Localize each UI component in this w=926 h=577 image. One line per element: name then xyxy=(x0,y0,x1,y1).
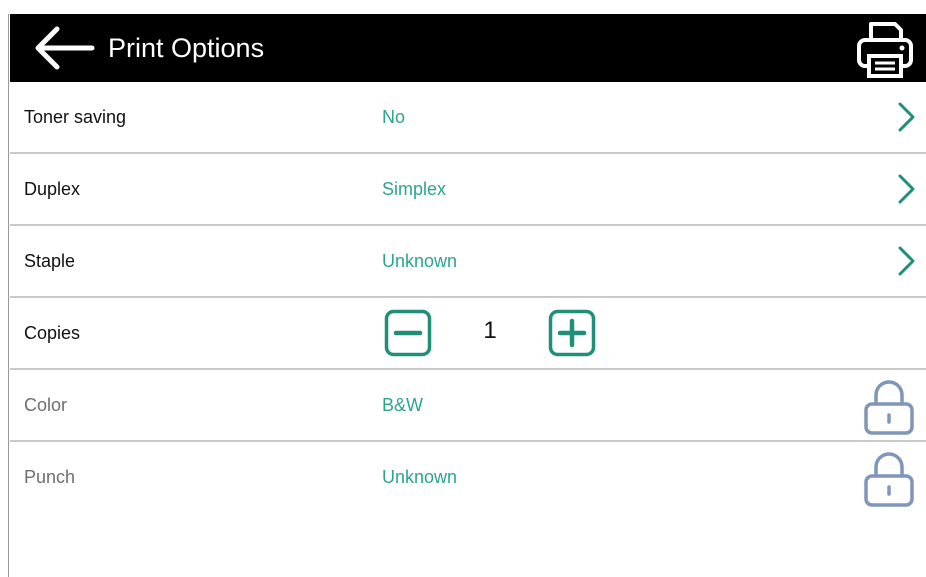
option-label: Duplex xyxy=(24,179,81,199)
chevron-right-icon[interactable] xyxy=(894,245,918,277)
option-row-duplex[interactable]: Duplex Simplex xyxy=(10,154,926,226)
copies-count: 1 xyxy=(483,317,497,344)
option-value: B&W xyxy=(382,395,424,415)
printer-icon xyxy=(857,22,913,78)
option-value: No xyxy=(382,107,406,127)
left-border xyxy=(8,14,9,577)
option-label: Color xyxy=(24,395,68,415)
option-label: Punch xyxy=(24,467,76,487)
option-row-toner-saving[interactable]: Toner saving No xyxy=(10,82,926,154)
option-row-color: Color B&W xyxy=(10,370,926,442)
plus-icon xyxy=(548,309,596,357)
increase-copies-button[interactable] xyxy=(548,309,596,357)
option-value: Unknown xyxy=(382,467,458,487)
print-button[interactable] xyxy=(853,18,917,80)
option-row-staple[interactable]: Staple Unknown xyxy=(10,226,926,298)
back-button[interactable] xyxy=(32,23,96,73)
option-value: Unknown xyxy=(382,251,458,271)
chevron-right-icon[interactable] xyxy=(894,173,918,205)
option-row-punch: Punch Unknown xyxy=(10,442,926,512)
option-label: Staple xyxy=(24,251,76,271)
option-row-copies: Copies 1 xyxy=(10,298,926,370)
page-title: Print Options xyxy=(108,33,265,63)
arrow-left-icon xyxy=(35,26,95,70)
print-options-list: Toner saving No Duplex Simplex Staple Un… xyxy=(10,82,926,512)
minus-icon xyxy=(384,309,432,357)
chevron-right-icon[interactable] xyxy=(894,101,918,133)
lock-icon xyxy=(864,380,914,435)
option-value: Simplex xyxy=(382,179,447,199)
lock-icon xyxy=(864,452,914,507)
option-label: Copies xyxy=(24,323,81,343)
option-label: Toner saving xyxy=(24,107,127,127)
app-header: Print Options xyxy=(10,14,926,82)
decrease-copies-button[interactable] xyxy=(384,309,432,357)
